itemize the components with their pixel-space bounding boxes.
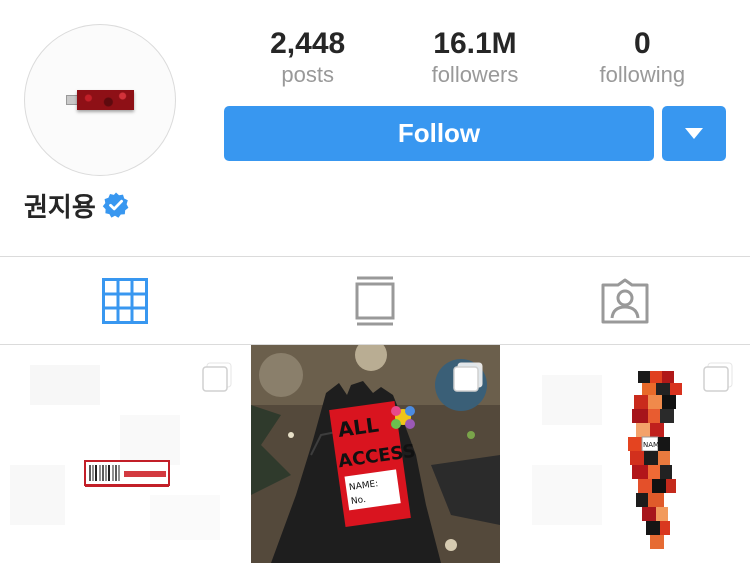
profile-name: 권지용 [24, 191, 96, 222]
avatar[interactable] [24, 24, 176, 176]
post-thumbnail[interactable]: ALL ACCESS NAME: No. [251, 345, 500, 563]
profile-stats: 2,448 posts 16.1M followers 0 following [224, 26, 726, 90]
stat-value: 2,448 [270, 27, 346, 60]
feed-icon [355, 276, 395, 325]
multiple-posts-icon [202, 362, 232, 392]
following-count[interactable]: 0 following [559, 26, 726, 90]
stat-value: 0 [633, 27, 651, 60]
suggestions-dropdown-button[interactable] [662, 106, 726, 161]
posts-count: 2,448 posts [224, 26, 391, 90]
svg-text:No.: No. [350, 495, 366, 507]
posts-grid: ALL ACCESS NAME: No. NAME [0, 345, 750, 563]
verified-badge-icon [102, 191, 130, 219]
follow-button[interactable]: Follow [224, 106, 654, 161]
tab-feed[interactable] [250, 257, 500, 344]
tab-grid[interactable] [0, 257, 250, 344]
profile-tabs [0, 256, 750, 345]
stat-value: 16.1M [433, 27, 517, 60]
post-thumbnail[interactable] [0, 345, 249, 563]
grid-icon [102, 277, 148, 324]
multiple-posts-icon [703, 362, 733, 392]
chevron-down-icon [685, 128, 703, 139]
usb-drive-image [66, 90, 134, 110]
stat-label: posts [281, 62, 334, 87]
multiple-posts-icon [453, 362, 483, 392]
stat-label: followers [431, 62, 519, 87]
stat-label: following [599, 62, 686, 87]
tagged-icon [601, 278, 649, 323]
followers-count[interactable]: 16.1M followers [391, 26, 558, 90]
tab-tagged[interactable] [500, 257, 750, 344]
post-thumbnail[interactable]: NAME [502, 345, 750, 563]
profile-header: 권지용 2,448 posts 16.1M followers 0 follow… [0, 0, 750, 256]
profile-name-row: 권지용 [24, 188, 130, 222]
